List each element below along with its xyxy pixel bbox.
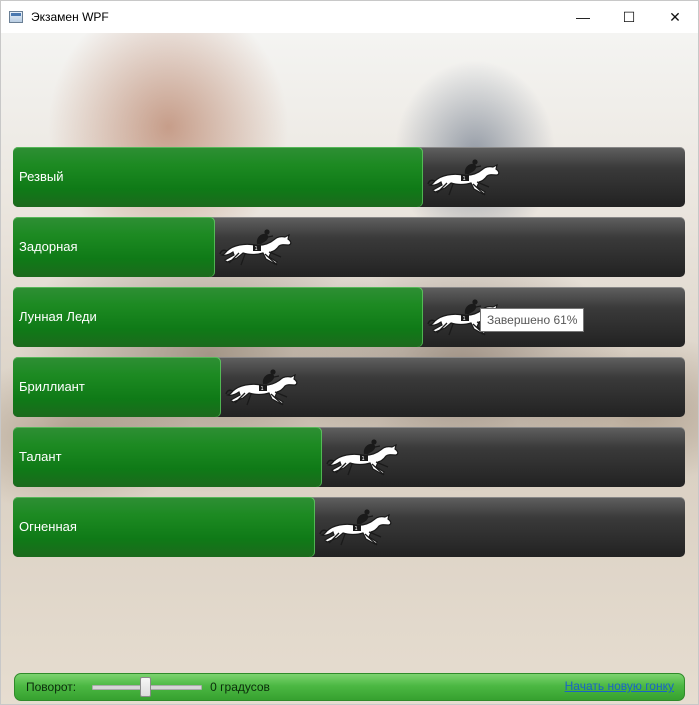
maximize-icon: ☐ [622, 8, 636, 25]
main-window: Экзамен WPF — ☐ ✕ Резвый Задорная Лунная… [0, 0, 699, 705]
racehorse-icon [326, 438, 399, 476]
racehorse-icon [225, 368, 298, 406]
progress-tooltip: Завершено 61% [480, 308, 585, 332]
horse-name: Резвый [19, 169, 64, 184]
race-track-row: Талант [13, 427, 685, 487]
window-title: Экзамен WPF [31, 10, 109, 24]
close-icon: ✕ [669, 8, 681, 25]
slider-thumb[interactable] [140, 677, 152, 697]
rotation-degrees-text: 0 градусов [210, 680, 270, 694]
racehorse-icon [219, 228, 292, 266]
race-track-row: Бриллиант [13, 357, 685, 417]
horse-name: Огненная [19, 519, 77, 534]
rotation-slider[interactable] [92, 677, 203, 697]
horse-name: Талант [19, 449, 62, 464]
close-button[interactable]: ✕ [652, 1, 698, 33]
racehorse-icon [319, 508, 392, 546]
app-icon [9, 11, 23, 23]
status-bar: Поворот: 0 градусов Начать новую гонку [14, 673, 685, 701]
maximize-button[interactable]: ☐ [606, 1, 652, 33]
caption-buttons: — ☐ ✕ [560, 1, 698, 33]
horse-name: Лунная Леди [19, 309, 97, 324]
title-bar[interactable]: Экзамен WPF — ☐ ✕ [1, 1, 698, 33]
horse-name: Бриллиант [19, 379, 85, 394]
race-background: Резвый Задорная Лунная Леди Бриллиант Та… [1, 33, 698, 704]
new-race-link[interactable]: Начать новую гонку [565, 679, 674, 693]
progress-fill [13, 147, 423, 207]
minimize-icon: — [576, 9, 590, 25]
race-track-row: Задорная [13, 217, 685, 277]
race-track-row: Огненная [13, 497, 685, 557]
racehorse-icon [427, 158, 500, 196]
minimize-button[interactable]: — [560, 1, 606, 33]
race-track-row: Резвый [13, 147, 685, 207]
rotation-label: Поворот: [26, 680, 77, 694]
horse-name: Задорная [19, 239, 78, 254]
